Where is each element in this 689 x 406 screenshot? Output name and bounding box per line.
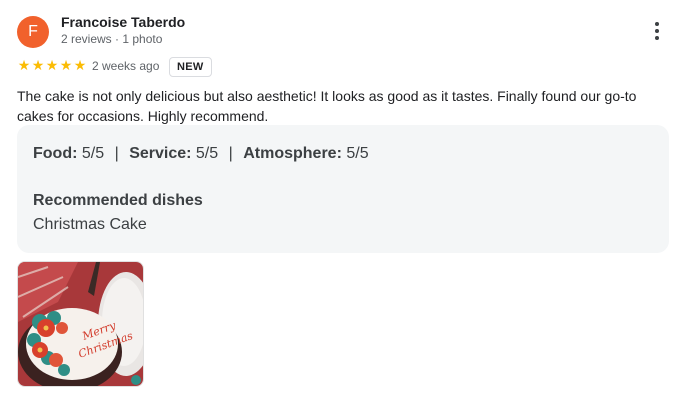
recommended-dish[interactable]: Christmas Cake [33,216,147,234]
star-icon: ★ [45,57,59,73]
atmosphere-value: 5/5 [346,145,369,162]
avatar[interactable]: F [17,16,49,48]
star-icon: ★ [73,57,87,73]
food-label: Food: [33,145,78,162]
service-label: Service: [129,145,192,162]
separator: | [114,145,119,162]
atmosphere-label: Atmosphere: [243,145,342,162]
review-details: Food: 5/5 | Service: 5/5 | Atmosphere: 5… [17,125,669,253]
new-badge: NEW [169,57,212,77]
more-vert-icon [655,22,659,26]
star-icon: ★ [59,57,73,73]
food-value: 5/5 [81,145,105,162]
star-icon: ★ [17,57,31,73]
separator: | [228,145,233,162]
aspect-ratings: Food: 5/5 | Service: 5/5 | Atmosphere: 5… [33,145,369,163]
reviewer-meta: 2 reviews · 1 photo [61,32,163,46]
recommended-dishes-title: Recommended dishes [33,192,203,209]
cake-photo-icon: Merry Christmas [18,262,143,386]
review-text: The cake is not only delicious but also … [17,88,637,124]
review-photo[interactable]: Merry Christmas [17,261,144,387]
review-time: 2 weeks ago [92,59,160,73]
star-rating: ★ ★ ★ ★ ★ [17,57,87,73]
star-icon: ★ [31,57,45,73]
reviewer-name[interactable]: Francoise Taberdo [61,14,185,30]
service-value: 5/5 [195,145,219,162]
more-options-button[interactable] [646,20,668,42]
